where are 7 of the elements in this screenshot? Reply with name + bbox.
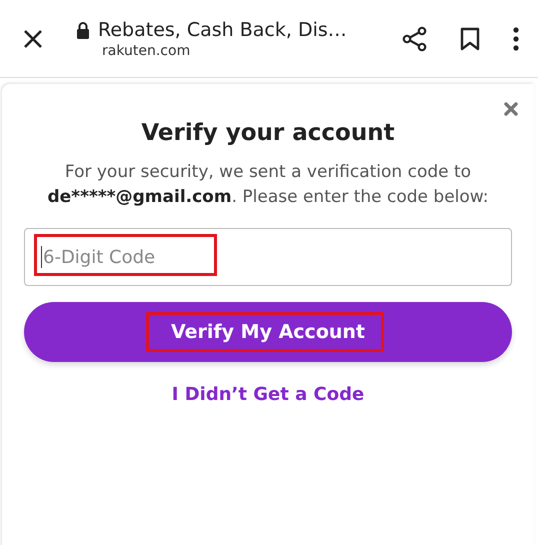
page-title: Rebates, Cash Back, Dis… (98, 18, 347, 40)
verify-button[interactable]: Verify My Account (24, 302, 512, 362)
code-input-field[interactable]: 6-Digit Code (24, 228, 512, 286)
resend-code-link[interactable]: I Didn’t Get a Code (172, 384, 364, 405)
instruction-text: For your security, we sent a verification code to de*****@gmail.com. Please enter the code below: (46, 161, 490, 209)
page-url: rakuten.com (102, 42, 192, 58)
dialog-title: Verify your account (141, 120, 395, 146)
